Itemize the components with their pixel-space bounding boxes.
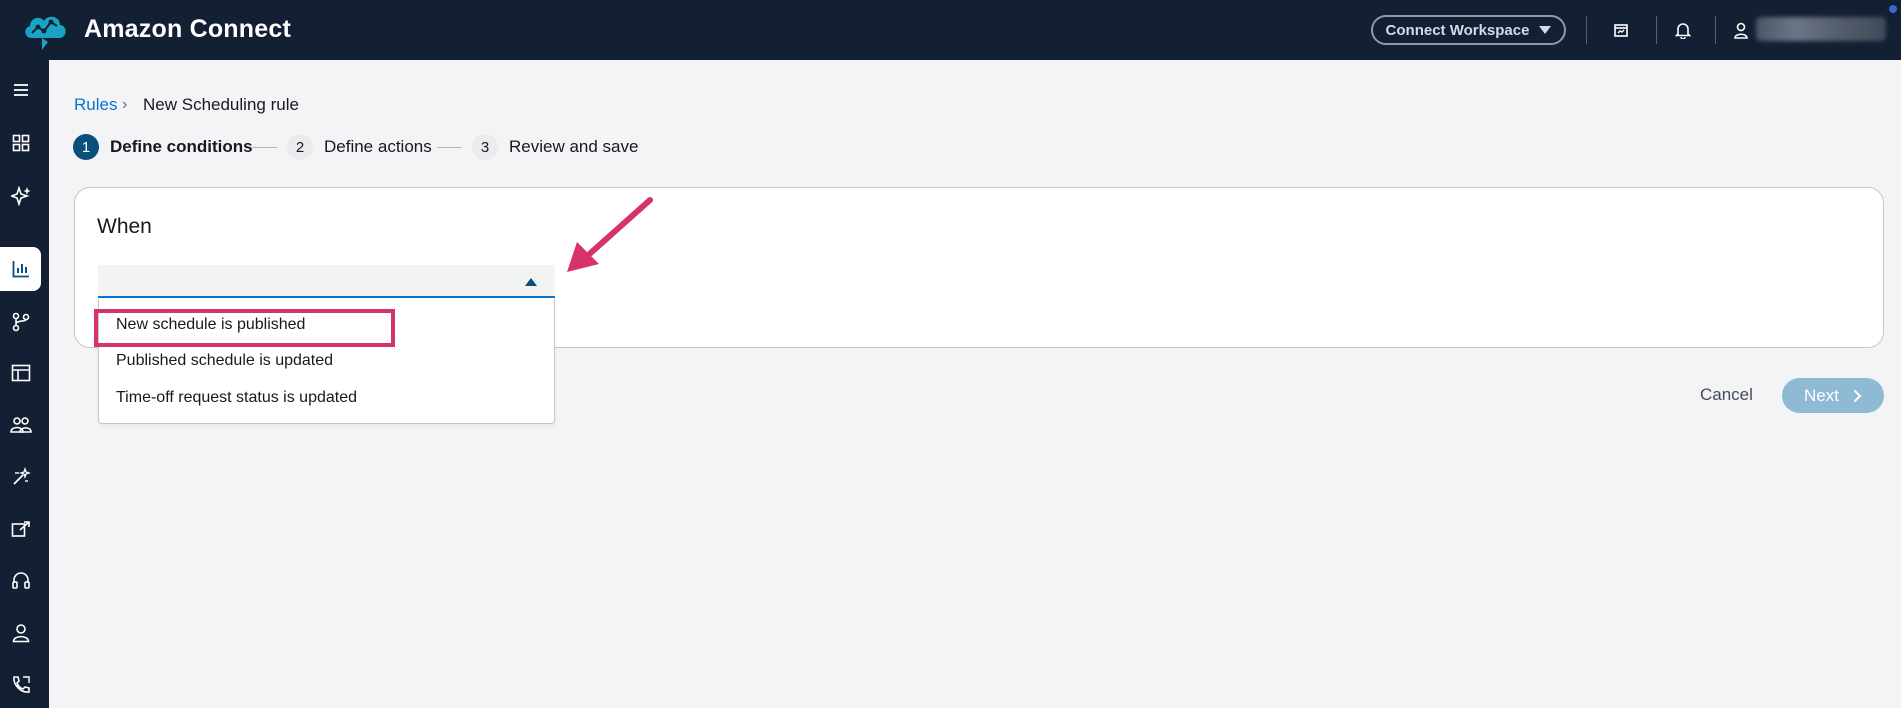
status-dot: [1889, 5, 1897, 13]
nav-item-dashboard[interactable]: [0, 121, 41, 165]
dashboard-icon: [12, 134, 29, 152]
step-number: 2: [287, 134, 313, 160]
nav-item-tools[interactable]: [0, 455, 41, 499]
step-label: Review and save: [509, 137, 639, 156]
app-title: Amazon Connect: [84, 15, 291, 43]
table-icon: [11, 364, 30, 382]
divider: [1586, 16, 1587, 44]
menu-toggle-button[interactable]: [0, 68, 41, 112]
next-button[interactable]: Next: [1782, 378, 1884, 413]
step-label: Define actions: [324, 137, 432, 156]
connect-workspace-label: Connect Workspace: [1385, 21, 1530, 39]
step-define-actions[interactable]: 2 Define actions: [287, 134, 432, 160]
step-review-and-save[interactable]: 3 Review and save: [472, 134, 638, 160]
nav-item-phone[interactable]: [0, 663, 41, 707]
chevron-right-icon: [1853, 389, 1862, 402]
amazon-connect-logo-icon: [25, 16, 66, 50]
nav-item-users[interactable]: [0, 403, 41, 447]
next-button-label: Next: [1804, 385, 1839, 405]
breadcrumb-rules-link[interactable]: Rules: [74, 95, 117, 115]
side-navigation: [0, 60, 49, 708]
divider: [1715, 16, 1716, 44]
user-profile-icon[interactable]: [1729, 18, 1753, 42]
cancel-button[interactable]: Cancel: [1700, 385, 1753, 405]
annotation-arrow-icon: [567, 197, 653, 272]
step-label: Define conditions: [110, 137, 253, 156]
connect-workspace-button[interactable]: Connect Workspace: [1371, 15, 1566, 45]
users-icon: [9, 417, 32, 433]
nav-item-ai[interactable]: [0, 174, 41, 218]
routing-icon: [12, 312, 29, 332]
top-navigation-bar: Amazon Connect Connect Workspace ██████ …: [0, 0, 1901, 60]
nav-item-integrations[interactable]: [0, 507, 41, 551]
calendar-icon[interactable]: [1609, 18, 1633, 42]
nav-item-agent[interactable]: [0, 559, 41, 603]
magic-icon: [12, 467, 31, 485]
chevron-right-icon: ›: [122, 96, 128, 113]
phone-icon: [12, 676, 30, 693]
option-time-off-status-updated[interactable]: Time-off request status is updated: [116, 389, 357, 407]
step-connector: [437, 147, 462, 148]
step-number: 3: [472, 134, 498, 160]
step-define-conditions[interactable]: 1 Define conditions: [73, 134, 253, 160]
headset-icon: [11, 572, 30, 589]
user-name[interactable]: ██████ ████ █: [1756, 17, 1886, 41]
nav-item-routing[interactable]: [0, 300, 41, 344]
breadcrumb-current: New Scheduling rule: [143, 95, 299, 114]
notification-bell-icon[interactable]: [1671, 18, 1695, 42]
highlight-annotation-box: [94, 309, 395, 347]
step-connector: [252, 147, 277, 148]
condition-select[interactable]: [98, 265, 555, 298]
sparkle-icon: [10, 186, 30, 206]
menu-icon: [13, 84, 28, 96]
nav-item-analytics[interactable]: [0, 247, 41, 291]
person-icon: [12, 624, 29, 643]
step-number: 1: [73, 134, 99, 160]
caret-down-icon: [1539, 26, 1552, 34]
caret-up-icon: [525, 278, 537, 286]
divider: [1656, 16, 1657, 44]
nav-item-tables[interactable]: [0, 351, 41, 395]
option-published-schedule-updated[interactable]: Published schedule is updated: [116, 352, 333, 370]
analytics-icon: [12, 261, 29, 278]
card-title: When: [97, 215, 152, 238]
nav-item-profile[interactable]: [0, 611, 41, 655]
export-icon: [11, 521, 30, 537]
